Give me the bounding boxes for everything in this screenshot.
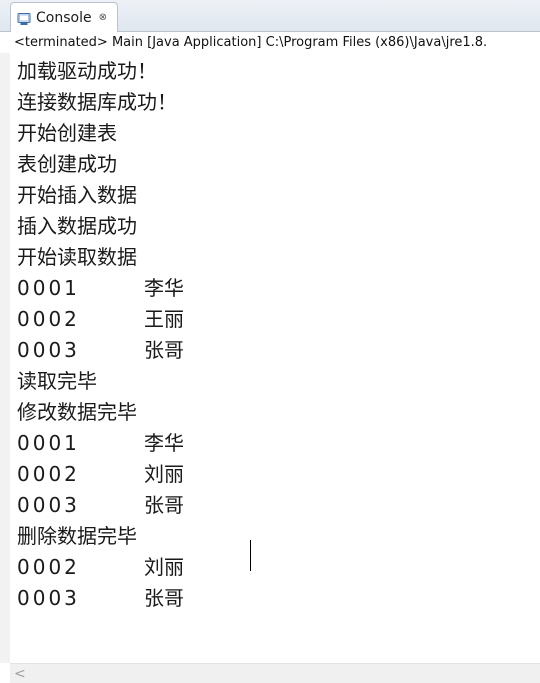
console-output: 加载驱动成功！ 连接数据库成功！ 开始创建表表创建成功开始插入数据 插入数据成功 开始读… — [17, 56, 184, 614]
record-name: 刘丽 — [144, 462, 184, 486]
record-name: 李华 — [144, 431, 184, 455]
record-id: 0003 — [17, 586, 80, 610]
tab-strip: Console ⊗ — [0, 0, 540, 32]
console-line: 0003 张哥 — [17, 583, 184, 614]
console-line: 0002 王丽 — [17, 304, 184, 335]
text-caret — [250, 540, 251, 571]
console-line: 读取完毕 — [17, 369, 97, 393]
record-name: 刘丽 — [144, 555, 184, 579]
record-name: 张哥 — [144, 586, 184, 610]
console-line: 连接数据库成功！ — [17, 90, 177, 114]
horizontal-scrollbar[interactable]: < — [10, 663, 540, 683]
tab-console[interactable]: Console ⊗ — [10, 2, 118, 32]
process-status-line: <terminated> Main [Java Application] C:\… — [14, 35, 488, 50]
console-line: 开始读取数据 — [17, 245, 137, 269]
console-line: 插入数据成功 — [17, 214, 137, 238]
console-line: 0002 刘丽 — [17, 459, 184, 490]
console-line: 0003 张哥 — [17, 335, 184, 366]
console-line: 加载驱动成功！ — [17, 59, 157, 83]
record-id: 0002 — [17, 555, 80, 579]
console-output-area[interactable]: 加载驱动成功！ 连接数据库成功！ 开始创建表表创建成功开始插入数据 插入数据成功 开始读… — [0, 53, 540, 663]
console-line: 0002 刘丽 — [17, 552, 184, 583]
record-name: 王丽 — [144, 307, 184, 331]
console-line: 0001 李华 — [17, 428, 184, 459]
record-id: 0001 — [17, 276, 80, 300]
console-line: 0003 张哥 — [17, 490, 184, 521]
console-view: Console ⊗ <terminated> Main [Java Applic… — [0, 0, 540, 683]
tab-label: Console — [36, 9, 92, 26]
close-icon[interactable]: ⊗ — [99, 12, 107, 23]
console-line: 0001 李华 — [17, 273, 184, 304]
record-name: 张哥 — [144, 338, 184, 362]
console-icon — [17, 11, 31, 25]
record-id: 0003 — [17, 493, 80, 517]
record-id: 0003 — [17, 338, 80, 362]
record-id: 0002 — [17, 462, 80, 486]
record-name: 张哥 — [144, 493, 184, 517]
record-id: 0001 — [17, 431, 80, 455]
console-line: 删除数据完毕 — [17, 524, 137, 548]
console-line: 开始创建表 — [17, 121, 117, 145]
scroll-left-arrow-icon[interactable]: < — [14, 665, 26, 683]
record-id: 0002 — [17, 307, 80, 331]
console-line: 开始插入数据 — [17, 183, 137, 207]
console-line: 修改数据完毕 — [17, 400, 137, 424]
console-line: 表创建成功 — [17, 152, 117, 176]
record-name: 李华 — [144, 276, 184, 300]
